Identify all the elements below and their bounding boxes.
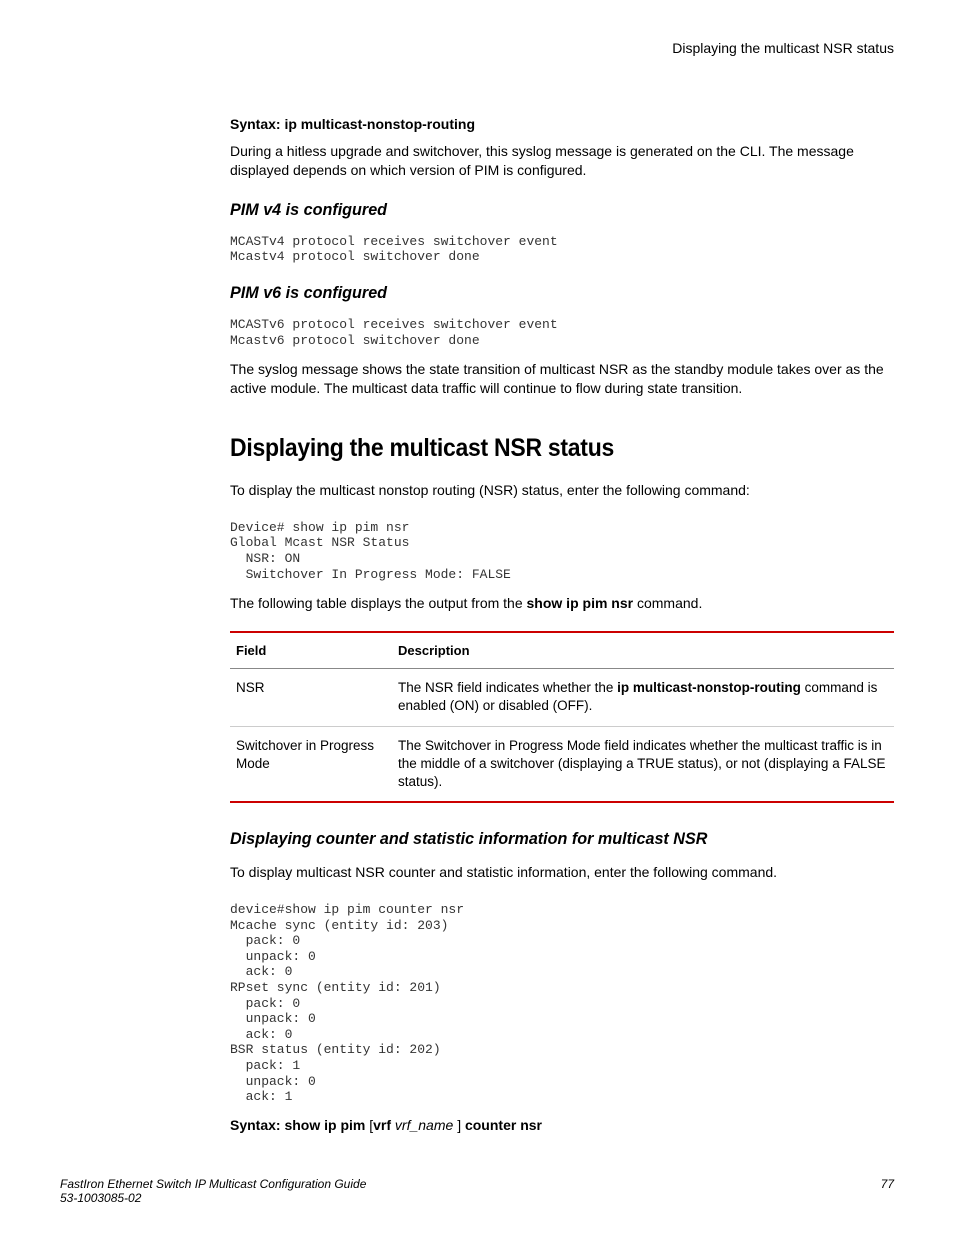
syslog-paragraph: The syslog message shows the state trans… [230, 360, 894, 398]
intro-paragraph: During a hitless upgrade and switchover,… [230, 142, 894, 180]
page-number: 77 [881, 1177, 894, 1205]
code-pim-v4: MCASTv4 protocol receives switchover eve… [230, 234, 894, 265]
syntax-top: Syntax: ip multicast-nonstop-routing [230, 116, 894, 132]
running-header: Displaying the multicast NSR status [60, 40, 894, 56]
code-counter: device#show ip pim counter nsr Mcache sy… [230, 902, 894, 1105]
heading-counter: Displaying counter and statistic informa… [230, 829, 861, 849]
main-content: Syntax: ip multicast-nonstop-routing Dur… [230, 116, 894, 1147]
cell-desc: The NSR field indicates whether the ip m… [392, 669, 894, 726]
counter-paragraph: To display multicast NSR counter and sta… [230, 863, 894, 882]
footer-docnum: 53-1003085-02 [60, 1191, 366, 1205]
display-paragraph: To display the multicast nonstop routing… [230, 481, 894, 500]
table-row: Switchover in Progress Mode The Switchov… [230, 726, 894, 802]
code-pim-v6: MCASTv6 protocol receives switchover eve… [230, 317, 894, 348]
cell-field: Switchover in Progress Mode [230, 726, 392, 802]
page-footer: FastIron Ethernet Switch IP Multicast Co… [60, 1147, 894, 1205]
th-description: Description [392, 632, 894, 669]
heading-display-nsr: Displaying the multicast NSR status [230, 434, 841, 463]
footer-title: FastIron Ethernet Switch IP Multicast Co… [60, 1177, 366, 1191]
heading-pim-v6: PIM v6 is configured [230, 283, 861, 303]
output-table: Field Description NSR The NSR field indi… [230, 631, 894, 803]
code-show-nsr: Device# show ip pim nsr Global Mcast NSR… [230, 520, 894, 582]
table-intro: The following table displays the output … [230, 594, 894, 613]
cell-field: NSR [230, 669, 392, 726]
footer-left: FastIron Ethernet Switch IP Multicast Co… [60, 1177, 366, 1205]
th-field: Field [230, 632, 392, 669]
heading-pim-v4: PIM v4 is configured [230, 200, 861, 220]
cell-desc: The Switchover in Progress Mode field in… [392, 726, 894, 802]
syntax-bottom: Syntax: show ip pim [vrf vrf_name ] coun… [230, 1117, 894, 1133]
table-row: NSR The NSR field indicates whether the … [230, 669, 894, 726]
